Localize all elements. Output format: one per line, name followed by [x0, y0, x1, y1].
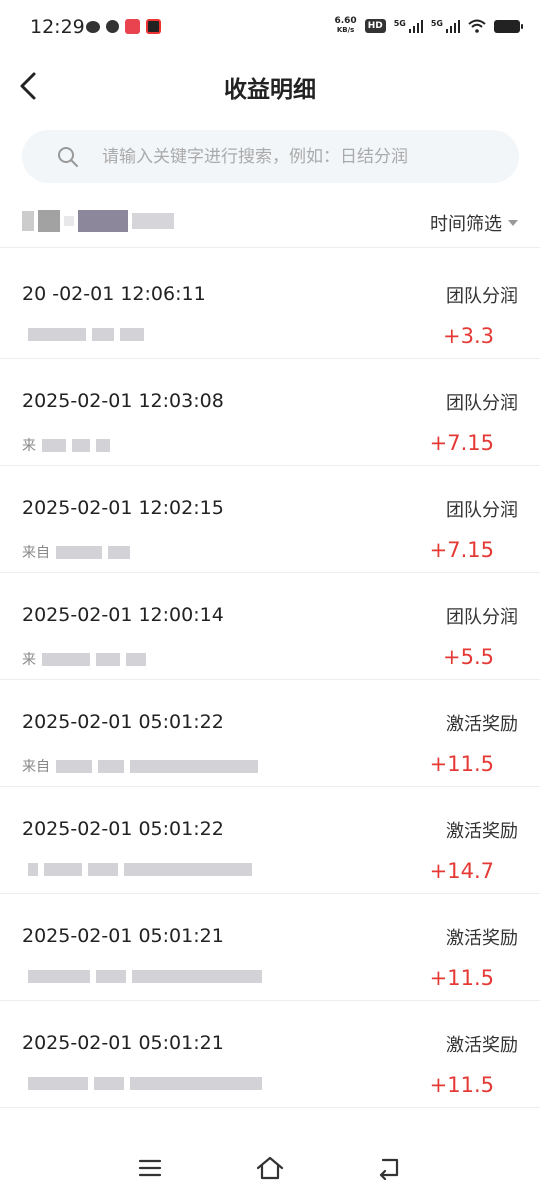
earnings-list: 20 -02-01 12:06:11 团队分润 +3.3 2025-02-01 …: [0, 252, 540, 1108]
video-app-icon: [146, 19, 161, 34]
record-amount: +7.15: [429, 431, 494, 455]
menu-icon: [138, 1159, 162, 1177]
network-speed-value: 6.60: [334, 16, 357, 26]
record-type: 团队分润: [446, 500, 518, 521]
record-type: 团队分润: [446, 607, 518, 628]
record-source: 来: [22, 435, 110, 455]
signal-icon-2: 5G: [431, 19, 460, 33]
network-speed: 6.60 KB/s: [334, 17, 356, 35]
app-notification-icon: [125, 19, 140, 34]
search-icon: [58, 147, 78, 167]
menu-button[interactable]: [130, 1150, 170, 1186]
system-nav-bar: [0, 1136, 540, 1200]
source-prefix: 来自: [22, 759, 50, 775]
record-amount: +14.7: [429, 859, 494, 883]
record-amount: +3.3: [443, 324, 494, 348]
signal-icon: 5G: [394, 19, 423, 33]
return-icon: [379, 1158, 399, 1180]
network-speed-unit: KB/s: [336, 26, 355, 34]
status-bar: 12:29 6.60 KB/s HD 5G 5G: [0, 0, 540, 58]
wechat-icon: [86, 20, 100, 33]
record-amount: +7.15: [429, 538, 494, 562]
record-type: 激活奖励: [446, 821, 518, 842]
record-amount: +11.5: [429, 966, 494, 990]
earnings-record[interactable]: 2025-02-01 05:01:22 来自 激活奖励 +11.5: [0, 680, 540, 787]
earnings-record[interactable]: 2025-02-01 05:01:21 激活奖励 +11.5: [0, 1001, 540, 1108]
app-header: 收益明细: [0, 58, 540, 114]
battery-icon: [494, 19, 523, 33]
system-indicators: 6.60 KB/s HD 5G 5G: [334, 17, 523, 35]
record-time: 20 -02-01 12:06:11: [22, 283, 206, 305]
record-time: 2025-02-01 05:01:21: [22, 925, 224, 947]
record-time: 2025-02-01 05:01:21: [22, 1032, 224, 1054]
page-title: 收益明细: [224, 77, 316, 103]
earnings-record[interactable]: 2025-02-01 05:01:21 激活奖励 +11.5: [0, 894, 540, 1001]
search-input[interactable]: [102, 130, 502, 183]
source-prefix: 来: [22, 652, 36, 668]
record-source: 来自: [22, 542, 130, 562]
record-time: 2025-02-01 12:00:14: [22, 604, 224, 626]
search-bar[interactable]: [22, 130, 519, 183]
earnings-record[interactable]: 2025-02-01 12:02:15 来自 团队分润 +7.15: [0, 466, 540, 573]
record-time: 2025-02-01 12:02:15: [22, 497, 224, 519]
wifi-icon: [468, 19, 486, 33]
message-icon: [106, 20, 119, 33]
record-time: 2025-02-01 12:03:08: [22, 390, 224, 412]
caret-down-icon: [508, 220, 518, 226]
record-type: 团队分润: [446, 393, 518, 414]
record-time: 2025-02-01 05:01:22: [22, 711, 224, 733]
home-icon: [256, 1156, 284, 1180]
signal-label: 5G: [393, 19, 406, 28]
filter-bar: 时间筛选: [0, 196, 540, 248]
source-prefix: 来自: [22, 545, 50, 561]
status-time: 12:29: [30, 16, 85, 38]
record-source: [22, 328, 144, 341]
notification-icons: [86, 19, 161, 34]
earnings-record[interactable]: 2025-02-01 12:03:08 来 团队分润 +7.15: [0, 359, 540, 466]
record-type: 激活奖励: [446, 928, 518, 949]
record-type: 激活奖励: [446, 714, 518, 735]
record-time: 2025-02-01 05:01:22: [22, 818, 224, 840]
record-amount: +11.5: [429, 1073, 494, 1097]
masked-summary: [22, 210, 174, 232]
earnings-record[interactable]: 2025-02-01 05:01:22 激活奖励 +14.7: [0, 787, 540, 894]
record-type: 团队分润: [446, 286, 518, 307]
record-source: 来自: [22, 756, 258, 776]
record-source: [22, 863, 252, 876]
back-nav-button[interactable]: [370, 1150, 410, 1186]
earnings-record[interactable]: 20 -02-01 12:06:11 团队分润 +3.3: [0, 252, 540, 359]
earnings-record[interactable]: 2025-02-01 12:00:14 来 团队分润 +5.5: [0, 573, 540, 680]
record-source: [22, 1077, 262, 1090]
hd-icon: HD: [364, 19, 386, 33]
record-amount: +11.5: [429, 752, 494, 776]
source-prefix: 来: [22, 438, 36, 454]
record-source: [22, 970, 262, 983]
time-filter-label: 时间筛选: [430, 214, 502, 235]
time-filter-button[interactable]: 时间筛选: [430, 210, 518, 236]
record-amount: +5.5: [443, 645, 494, 669]
record-source: 来: [22, 649, 146, 669]
home-button[interactable]: [250, 1150, 290, 1186]
record-type: 激活奖励: [446, 1035, 518, 1056]
signal-label-2: 5G: [430, 19, 443, 28]
